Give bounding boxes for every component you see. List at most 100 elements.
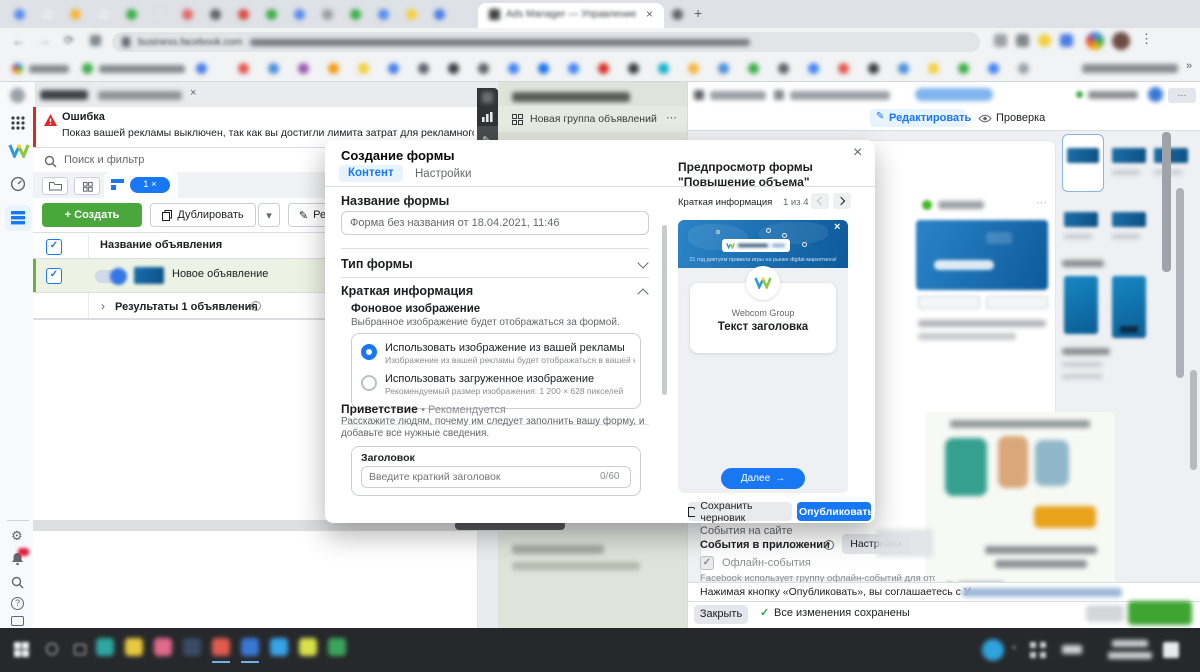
selection-count-pill[interactable]: 1 × [130,177,170,193]
home-icon[interactable] [90,35,101,46]
browser-tab-favicon[interactable] [322,9,333,20]
ad-status-toggle[interactable] [95,270,125,283]
modal-close-icon[interactable]: × [853,144,862,162]
vertical-scrollbar-thumb[interactable] [1176,188,1184,378]
chevron-up-icon[interactable] [637,288,648,299]
bookmark-favicon[interactable] [748,63,759,74]
browser-tab-favicon[interactable] [42,9,53,20]
browser-profile-avatar[interactable] [1086,32,1104,50]
clock-time-blur[interactable] [1112,640,1148,647]
bookmark-favicon[interactable] [628,63,639,74]
edit-mode-tab[interactable]: ✎ Редактировать [870,109,966,127]
taskbar-search-icon[interactable] [46,643,58,655]
bookmark-favicon[interactable] [478,63,489,74]
browser-tab-favicon[interactable] [14,9,25,20]
bookmark-favicon[interactable] [448,63,459,74]
row-checkbox[interactable]: ✓ [46,268,62,284]
taskbar-app-icon[interactable] [154,638,172,656]
help-icon[interactable]: ? [11,597,24,610]
bookmark-favicon[interactable] [358,63,369,74]
bookmark-favicon[interactable] [508,63,519,74]
browser-tab-favicon[interactable] [98,9,109,20]
bookmark-favicon[interactable] [808,63,819,74]
bookmark-favicon[interactable] [658,63,669,74]
tab-content[interactable]: Контент [339,165,403,182]
radio-upload-image[interactable] [361,375,377,391]
close-editor-button[interactable]: Закрыть [694,605,748,624]
gauge-icon[interactable] [10,176,26,192]
start-button[interactable] [14,642,29,657]
bookmark-favicon[interactable] [688,63,699,74]
preview-close-icon[interactable]: × [834,221,840,233]
next-page-button[interactable] [833,193,851,209]
new-tab-button[interactable]: + [694,5,702,21]
bookmark-favicon[interactable] [12,63,23,74]
browser-tab-favicon[interactable] [154,9,165,20]
bookmark-label-blur[interactable] [29,65,69,73]
apps-grid-icon[interactable] [11,116,25,130]
taskbar-app-icon[interactable] [328,638,346,656]
breadcrumb-active-blur[interactable] [915,88,993,101]
radio-use-ad-image[interactable] [361,344,377,360]
browser-tab-favicon[interactable] [182,9,193,20]
taskbar-app-icon[interactable] [96,638,114,656]
browser-tab-favicon[interactable] [70,9,81,20]
browser-tab-favicon[interactable] [266,9,277,20]
bookmark-favicon[interactable] [328,63,339,74]
headline-input[interactable] [362,467,594,487]
adgroup-row[interactable]: Новая группа объявлений ⋯ [498,106,687,132]
notification-center-icon[interactable] [1163,642,1179,658]
app-tab-blur[interactable] [98,91,182,100]
extension-icon[interactable] [1016,34,1029,47]
placement-option-selected[interactable] [1062,134,1104,192]
taskbar-app-icon[interactable] [241,638,259,656]
browser-tab-favicon[interactable] [378,9,389,20]
browser-tab-favicon[interactable] [406,9,417,20]
bookmark-favicon[interactable] [298,63,309,74]
vertical-scrollbar-thumb[interactable] [1162,132,1171,272]
browser-tab-favicon[interactable] [126,9,137,20]
save-draft-button[interactable]: Сохранить черновик [688,502,792,521]
extension-icon[interactable] [1038,34,1051,47]
settings-gear-icon[interactable]: ⚙ [11,528,23,544]
bookmark-label-blur[interactable] [1082,64,1178,73]
placement-option[interactable] [1112,148,1146,163]
bookmark-favicon[interactable] [718,63,729,74]
language-indicator-blur[interactable] [1062,645,1082,654]
column-header-name[interactable]: Название объявления [100,239,222,251]
taskbar-app-icon[interactable] [125,638,143,656]
modal-scrollbar-thumb[interactable] [662,225,667,395]
reload-icon[interactable]: ⟳ [64,33,74,47]
preview-next-button[interactable]: Далее→ [721,468,805,489]
bookmark-favicon[interactable] [988,63,999,74]
bookmark-favicon[interactable] [928,63,939,74]
offline-events-checkbox[interactable]: ✓ [700,556,714,570]
prev-page-button[interactable] [811,193,829,209]
browser-tab-favicon[interactable] [434,9,445,20]
address-url[interactable]: business.facebook.com [138,37,243,48]
search-icon[interactable] [11,576,24,589]
publish-green-button-blur[interactable] [1128,601,1192,625]
bookmark-favicon[interactable] [1018,63,1029,74]
user-avatar[interactable] [1148,87,1163,102]
grid-view-button[interactable] [74,177,100,195]
placement-option[interactable] [1064,276,1098,334]
app-tab-blur[interactable] [40,90,88,100]
form-name-input[interactable] [341,211,649,235]
taskbar-app-icon[interactable] [212,638,230,656]
form-type-section[interactable]: Тип формы [341,257,413,271]
tab-settings[interactable]: Настройки [415,168,471,180]
chevron-down-icon[interactable] [637,257,648,268]
secondary-button-blur[interactable] [1086,605,1124,622]
browser-tab-favicon[interactable] [238,9,249,20]
app-tab-close-icon[interactable]: × [190,87,196,99]
bookmarks-overflow-icon[interactable]: » [1186,60,1192,72]
placement-option[interactable] [1112,276,1146,338]
task-view-icon[interactable] [74,644,86,655]
browser-tab-favicon[interactable] [672,9,683,20]
taskbar-app-icon[interactable] [299,638,317,656]
bookmark-favicon[interactable] [868,63,879,74]
extension-icon[interactable] [994,34,1007,47]
taskbar-app-icon[interactable] [270,638,288,656]
notifications-bell-icon[interactable] [11,552,25,566]
